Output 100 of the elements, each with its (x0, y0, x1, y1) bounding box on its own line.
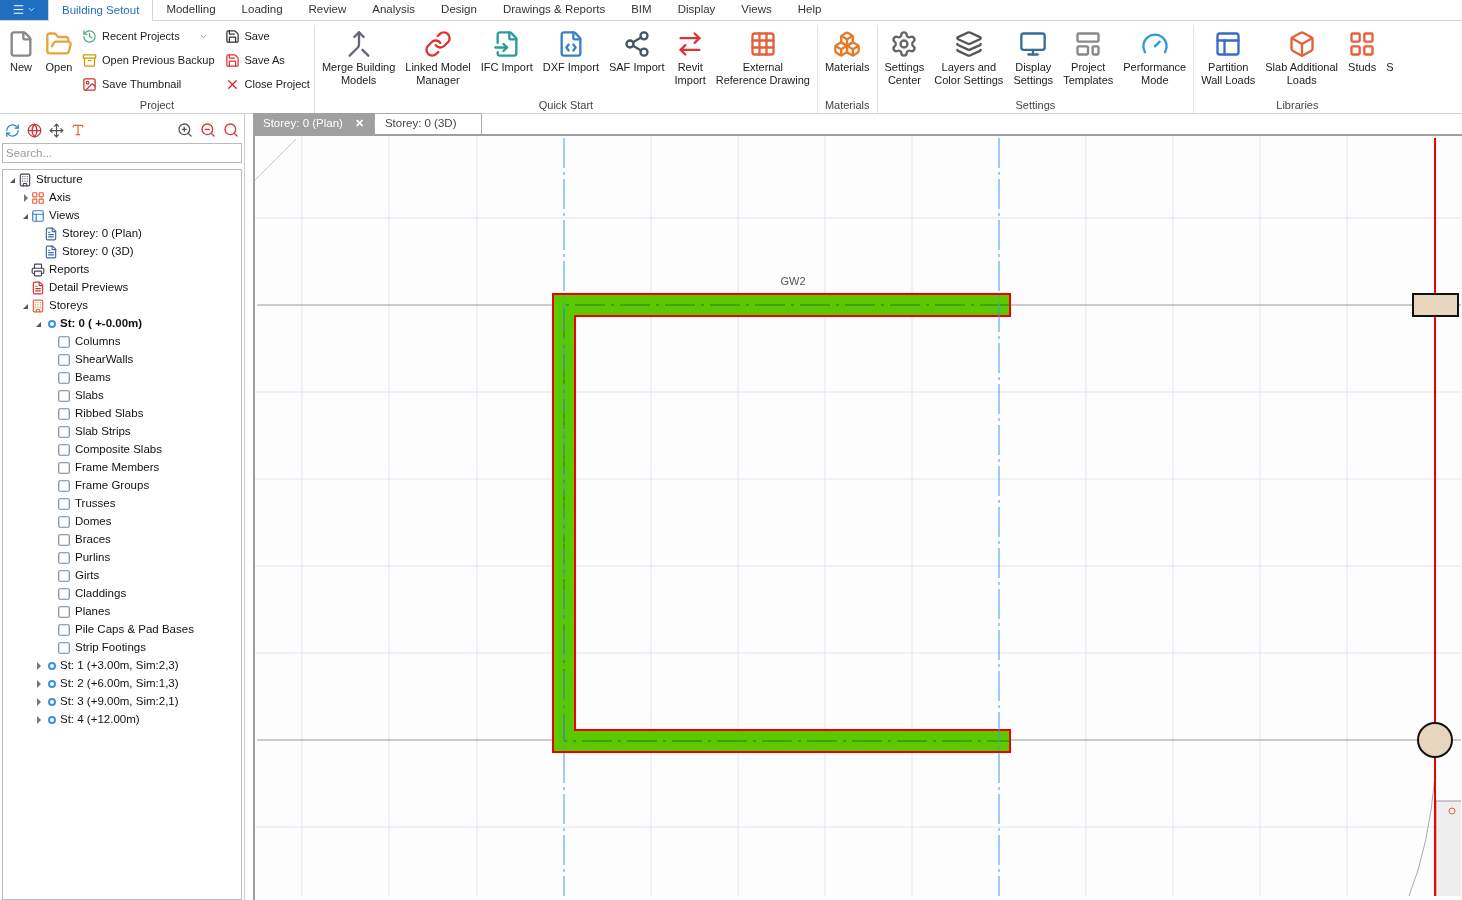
tree-item[interactable]: Storey: 0 (Plan) (62, 225, 142, 243)
tree-item[interactable]: Purlins (75, 549, 111, 567)
tree-item[interactable]: Structure (36, 171, 83, 189)
tree-item[interactable]: ShearWalls (75, 351, 134, 369)
tree-item[interactable]: Storey: 0 (3D) (62, 243, 134, 261)
tree-item[interactable]: Girts (75, 567, 100, 585)
tree-item[interactable]: Strip Footings (75, 639, 146, 657)
drawing-canvas[interactable]: GW2 (253, 136, 1462, 900)
ribbon-button[interactable]: Studs (1343, 25, 1382, 97)
group-title: Materials (823, 98, 871, 113)
tree-item[interactable]: Slab Strips (75, 423, 131, 441)
ribbon-button[interactable]: Open (40, 25, 78, 97)
expand-arrow[interactable] (36, 662, 41, 670)
column-circle[interactable] (1417, 722, 1453, 758)
tree-item[interactable]: Claddings (75, 585, 127, 603)
ribbon-tab[interactable]: Loading (228, 0, 296, 20)
ribbon-button[interactable]: Partition Wall Loads (1196, 25, 1261, 97)
tree-item[interactable]: St: 1 (+3.00m, Sim:2,3) (60, 657, 179, 675)
tree-item[interactable]: Braces (75, 531, 111, 549)
tree-item[interactable]: Pile Caps & Pad Bases (75, 621, 194, 639)
ribbon-button[interactable]: SAF Import (603, 25, 670, 97)
tree-item[interactable]: Views (49, 207, 80, 225)
zoom-out-icon[interactable] (200, 122, 216, 138)
history-icon (82, 29, 97, 44)
document-tab[interactable]: Storey: 0 (3D) (373, 113, 482, 134)
ribbon-tab[interactable]: Analysis (359, 0, 429, 20)
grid-icon (748, 30, 777, 58)
ribbon-button[interactable]: Slab Additional Loads (1260, 25, 1344, 97)
ribbon-tab[interactable]: Drawings & Reports (489, 0, 619, 20)
ribbon-tab[interactable]: BIM (618, 0, 665, 20)
element-icon (57, 641, 71, 655)
tree-item[interactable]: Slabs (75, 387, 104, 405)
tree-item[interactable]: Composite Slabs (75, 441, 162, 459)
ribbon-button[interactable]: New (2, 25, 40, 97)
ribbon-button[interactable]: Display Settings (1008, 25, 1059, 97)
ribbon-button[interactable]: Performance Mode (1118, 25, 1192, 97)
ribbon-button[interactable]: Project Templates (1058, 25, 1119, 97)
monitor-icon (1019, 30, 1048, 58)
ribbon-tab[interactable]: Design (428, 0, 490, 20)
ribbon-button[interactable]: Merge Building Models (316, 25, 401, 97)
storeys-icon (31, 299, 45, 313)
ribbon-button[interactable]: Close Project (224, 73, 312, 96)
collapse-arrow[interactable] (23, 303, 28, 309)
nodes-icon (622, 30, 651, 58)
globe-icon[interactable] (27, 122, 42, 138)
expand-arrow[interactable] (36, 680, 41, 688)
column-rect[interactable] (1412, 293, 1459, 317)
tree-item[interactable]: St: 0 ( +-0.00m) (60, 315, 143, 333)
collapse-arrow[interactable] (10, 177, 15, 183)
axes-icon[interactable] (49, 122, 64, 138)
expand-arrow[interactable] (36, 716, 41, 724)
tree-item[interactable]: Ribbed Slabs (75, 405, 144, 423)
ribbon-button[interactable]: Save As (224, 49, 312, 72)
refresh-icon[interactable] (5, 122, 20, 138)
tree-item[interactable]: Domes (75, 513, 112, 531)
ribbon-button[interactable]: External Reference Drawing (710, 25, 815, 97)
ribbon-button[interactable]: Revit Import (669, 25, 711, 97)
tree-item[interactable]: St: 2 (+6.00m, Sim:1,3) (60, 675, 179, 693)
ribbon-tab[interactable]: Help (784, 0, 835, 20)
tree-item[interactable]: Beams (75, 369, 111, 387)
tree-item[interactable]: Frame Groups (75, 477, 150, 495)
expand-arrow[interactable] (36, 698, 41, 706)
ribbon-button[interactable]: Save Thumbnail (82, 73, 217, 96)
tree-item[interactable]: Planes (75, 603, 111, 621)
ribbon-button[interactable]: Open Previous Backup (82, 49, 217, 72)
element-icon (57, 443, 71, 457)
app-menu-button[interactable] (0, 0, 48, 20)
ribbon-button[interactable]: S (1381, 25, 1399, 97)
search-field[interactable]: Search... (2, 143, 242, 163)
tree-item[interactable]: Axis (49, 189, 71, 207)
label-icon[interactable] (71, 123, 85, 137)
ribbon-button[interactable]: IFC Import (475, 25, 538, 97)
ribbon-tab[interactable]: Views (728, 0, 785, 20)
ribbon-button[interactable]: Materials (819, 25, 875, 97)
tree-item[interactable]: Storeys (49, 297, 88, 315)
tree-item[interactable]: Reports (49, 261, 90, 279)
search-icon[interactable] (223, 122, 239, 138)
element-icon (57, 515, 71, 529)
ribbon-button[interactable]: Linked Model Manager (400, 25, 476, 97)
element-icon (57, 353, 71, 367)
element-icon (57, 551, 71, 565)
expand-arrow[interactable] (23, 194, 28, 202)
ribbon-button[interactable]: DXF Import (537, 25, 604, 97)
tree-item[interactable]: Trusses (75, 495, 116, 513)
ribbon-tab[interactable]: Building Setout (48, 0, 154, 21)
collapse-arrow[interactable] (36, 321, 41, 327)
ribbon-tab[interactable]: Modelling (153, 0, 229, 20)
tree-item[interactable]: Detail Previews (49, 279, 129, 297)
ribbon-button[interactable]: Layers and Color Settings (929, 25, 1009, 97)
ribbon-button[interactable]: Recent Projects (82, 25, 217, 48)
zoom-in-icon[interactable] (177, 122, 193, 138)
collapse-arrow[interactable] (23, 213, 28, 219)
ribbon-tab[interactable]: Display (664, 0, 729, 20)
ribbon-button[interactable]: Save (224, 25, 312, 48)
tree-item[interactable]: Frame Members (75, 459, 160, 477)
tree-item[interactable]: St: 3 (+9.00m, Sim:2,1) (60, 693, 179, 711)
ribbon-tab[interactable]: Review (295, 0, 360, 20)
tree-item[interactable]: Columns (75, 333, 121, 351)
tree-item[interactable]: St: 4 (+12.00m) (60, 711, 140, 729)
ribbon-button[interactable]: Settings Center (879, 25, 930, 97)
